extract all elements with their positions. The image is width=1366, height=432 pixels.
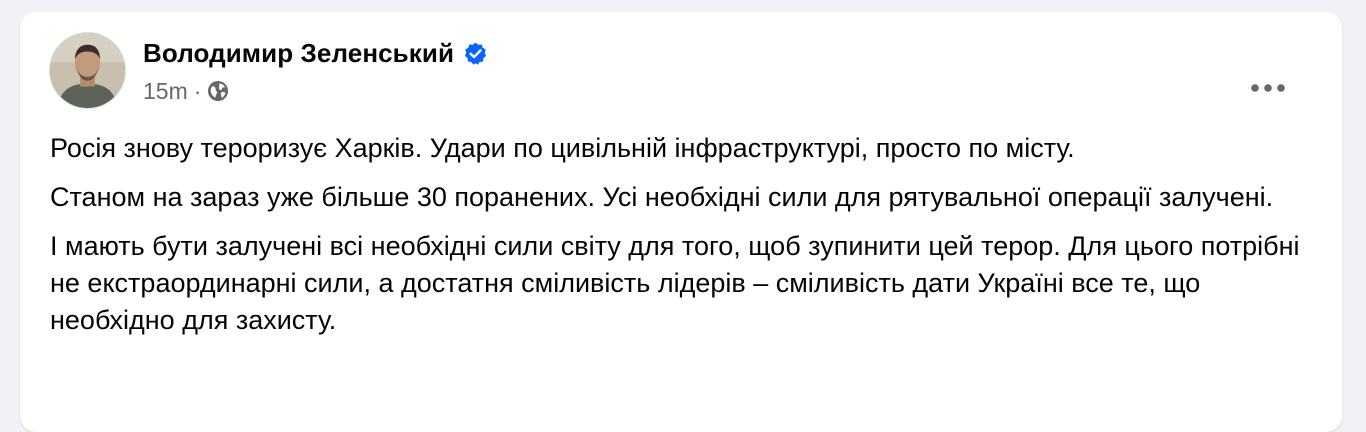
more-options-button[interactable] — [1246, 76, 1290, 100]
avatar-photo — [50, 33, 125, 108]
author-line: Володимир Зеленський — [143, 36, 488, 70]
post-paragraph: І мають бути залучені всі необхідні сили… — [50, 231, 1300, 335]
globe-icon[interactable] — [207, 80, 229, 102]
meta-separator: · — [193, 77, 202, 104]
author-block: Володимир Зеленський 15m · — [143, 36, 488, 106]
post-header: Володимир Зеленський 15m · — [49, 32, 1302, 112]
post-body: Росія знову тероризує Харків. Удари по ц… — [50, 130, 1310, 351]
author-name[interactable]: Володимир Зеленський — [143, 38, 454, 69]
post-timestamp[interactable]: 15m — [143, 78, 188, 105]
post-meta: 15m · — [143, 76, 488, 106]
author-avatar[interactable] — [49, 32, 126, 109]
post-paragraph: Станом на зараз уже більше 30 поранених.… — [50, 182, 1274, 212]
post-card: Володимир Зеленський 15m · Росія знову т… — [20, 12, 1342, 432]
verified-badge-icon — [463, 41, 488, 66]
more-options-icon — [1251, 84, 1285, 92]
post-paragraph: Росія знову тероризує Харків. Удари по ц… — [50, 133, 1075, 163]
